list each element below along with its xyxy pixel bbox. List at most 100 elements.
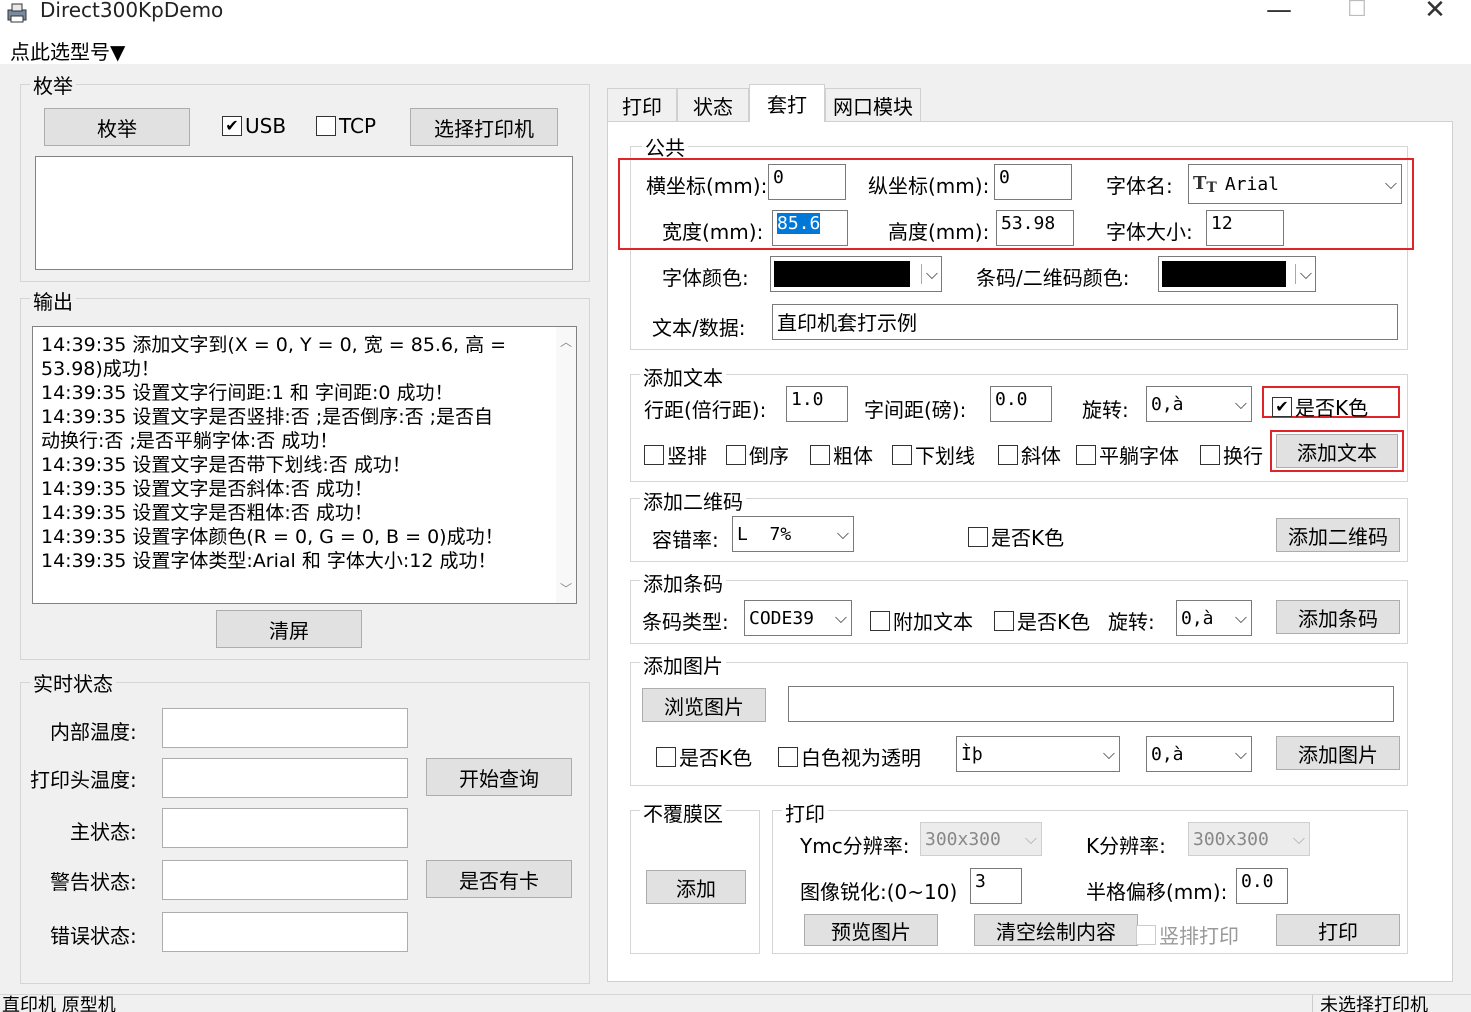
width-field[interactable]: 85.6 (772, 210, 848, 246)
model-select-menu[interactable]: 点此选型号▼ (10, 36, 125, 65)
text-data-field[interactable]: 直印机套打示例 (772, 304, 1398, 340)
maximize-button[interactable]: ☐ (1334, 0, 1380, 26)
k-res-combo[interactable]: 300x300 ⌵ (1188, 822, 1310, 856)
add-text-button[interactable]: 添加文本 (1276, 434, 1398, 468)
warning-status-label: 警告状态: (50, 870, 137, 894)
text-rotate-combo[interactable]: 0,à ⌵ (1146, 386, 1252, 422)
clear-screen-button[interactable]: 清屏 (216, 610, 362, 648)
ymc-res-combo[interactable]: 300x300 ⌵ (920, 822, 1042, 856)
enumerate-legend: 枚举 (30, 70, 76, 99)
text-is-k-checkbox[interactable]: ✔ 是否K色 (1272, 392, 1368, 421)
has-card-button[interactable]: 是否有卡 (426, 860, 572, 898)
tab-print[interactable]: 打印 (607, 88, 677, 121)
font-name-combo[interactable]: TT Arial ⌵ (1188, 164, 1402, 204)
check-icon: ✔ (1272, 396, 1292, 417)
log-line: 14:39:35 添加文字到(X = 0, Y = 0, 宽 = 85.6, 高… (41, 334, 507, 356)
font-color-combo[interactable]: ⌵ (770, 256, 942, 292)
minimize-button[interactable]: — (1256, 0, 1302, 26)
printer-list[interactable] (35, 156, 573, 270)
chevron-down-icon: ⌵ (834, 608, 847, 627)
common-legend: 公共 (642, 132, 688, 161)
line-spacing-label: 行距(倍行距): (644, 398, 767, 422)
main-status-label: 主状态: (70, 820, 137, 844)
log-lines: 14:39:35 添加文字到(X = 0, Y = 0, 宽 = 85.6, 高… (41, 333, 506, 573)
tcp-checkbox[interactable]: TCP (316, 114, 376, 138)
chevron-down-icon: ⌵ (1234, 394, 1247, 413)
vertical-checkbox[interactable]: 竖排 (644, 440, 707, 469)
usb-checkbox[interactable]: ✔ USB (222, 114, 286, 138)
error-rate-label: 容错率: (652, 528, 719, 552)
image-path-field[interactable] (788, 686, 1394, 722)
tcp-label: TCP (339, 114, 377, 138)
height-field[interactable]: 53.98 (996, 210, 1074, 246)
sharpen-field[interactable]: 3 (970, 868, 1022, 904)
print-button[interactable]: 打印 (1276, 914, 1400, 946)
text-rotate-value: 0,à (1151, 393, 1184, 415)
text-data-label: 文本/数据: (652, 316, 746, 340)
half-offset-field[interactable]: 0.0 (1236, 868, 1288, 904)
underline-checkbox[interactable]: 下划线 (892, 440, 975, 469)
clear-drawing-button[interactable]: 清空绘制内容 (974, 914, 1138, 946)
select-printer-button[interactable]: 选择打印机 (410, 108, 558, 146)
image-is-k-checkbox[interactable]: 是否K色 (656, 742, 752, 771)
error-rate-combo[interactable]: L 7% ⌵ (732, 516, 854, 552)
y-coord-field[interactable]: 0 (994, 164, 1072, 200)
barcode-type-value: CODE39 (749, 607, 815, 629)
font-size-label: 字体大小: (1106, 220, 1193, 244)
chevron-down-icon: ⌵ (1102, 744, 1115, 763)
chevron-down-icon: ⌵ (1294, 264, 1312, 284)
chevron-down-icon: ⌵ (836, 524, 849, 543)
realtime-legend: 实时状态 (30, 668, 116, 697)
tab-network-module[interactable]: 网口模块 (825, 88, 921, 121)
start-query-button[interactable]: 开始查询 (426, 758, 572, 796)
scroll-down-icon[interactable]: ﹀ (560, 580, 572, 597)
line-spacing-field[interactable]: 1.0 (786, 386, 848, 422)
browse-image-button[interactable]: 浏览图片 (642, 688, 766, 722)
image-rotate-combo[interactable]: 0,à ⌵ (1146, 736, 1252, 772)
barcode-rotate-combo[interactable]: 0,à ⌵ (1176, 600, 1252, 636)
barcode-type-label: 条码类型: (642, 610, 729, 634)
image-mode-combo[interactable]: Ìþ ⌵ (956, 736, 1120, 772)
chevron-down-icon: ⌵ (1024, 829, 1037, 848)
font-size-field[interactable]: 12 (1206, 210, 1284, 246)
log-line: 14:39:35 设置字体颜色(R = 0, G = 0, B = 0)成功！ (41, 526, 504, 548)
main-status-field (162, 808, 408, 848)
log-line: 14:39:35 设置文字行间距:1 和 字间距:0 成功！ (41, 382, 454, 404)
log-line: 动换行:否 ;是否平躺字体:否 成功！ (41, 430, 339, 452)
qr-is-k-checkbox[interactable]: 是否K色 (968, 522, 1064, 551)
barcode-color-combo[interactable]: ⌵ (1158, 256, 1316, 292)
output-log[interactable]: 14:39:35 添加文字到(X = 0, Y = 0, 宽 = 85.6, 高… (32, 326, 577, 604)
tab-overlay-print[interactable]: 套打 (749, 84, 825, 122)
flat-font-checkbox[interactable]: 平躺字体 (1076, 440, 1179, 469)
barcode-rotate-label: 旋转: (1108, 610, 1155, 634)
close-button[interactable]: ✕ (1412, 0, 1458, 26)
add-qr-button[interactable]: 添加二维码 (1276, 518, 1400, 552)
chevron-down-icon: ⌵ (1292, 829, 1305, 848)
add-barcode-button[interactable]: 添加条码 (1276, 600, 1400, 634)
preview-image-button[interactable]: 预览图片 (804, 914, 938, 946)
half-offset-label: 半格偏移(mm): (1086, 880, 1228, 904)
italic-checkbox[interactable]: 斜体 (998, 440, 1061, 469)
add-no-overlay-button[interactable]: 添加 (646, 870, 746, 904)
log-line: 14:39:35 设置文字是否带下划线:否 成功！ (41, 454, 411, 476)
scroll-up-icon[interactable]: ︿ (560, 333, 572, 350)
barcode-is-k-checkbox[interactable]: 是否K色 (994, 606, 1090, 635)
vertical-print-checkbox[interactable]: 竖排打印 (1136, 920, 1239, 949)
chevron-down-icon: ⌵ (1234, 608, 1247, 627)
enumerate-button[interactable]: 枚举 (44, 108, 190, 146)
char-spacing-field[interactable]: 0.0 (990, 386, 1052, 422)
x-coord-field[interactable]: 0 (768, 164, 846, 200)
window-title: Direct300KpDemo (40, 0, 224, 22)
tab-status[interactable]: 状态 (677, 88, 749, 121)
barcode-type-combo[interactable]: CODE39 ⌵ (744, 600, 852, 636)
warning-status-field (162, 860, 408, 900)
wrap-checkbox[interactable]: 换行 (1200, 440, 1263, 469)
bold-checkbox[interactable]: 粗体 (810, 440, 873, 469)
append-text-checkbox[interactable]: 附加文本 (870, 606, 973, 635)
reverse-checkbox[interactable]: 倒序 (726, 440, 789, 469)
log-line: 14:39:35 设置文字是否斜体:否 成功！ (41, 478, 373, 500)
add-image-button[interactable]: 添加图片 (1276, 736, 1400, 770)
log-scrollbar[interactable]: ︿ ﹀ (556, 327, 576, 603)
status-left: 直印机 原型机 (2, 995, 116, 1012)
white-transparent-checkbox[interactable]: 白色视为透明 (778, 742, 921, 771)
